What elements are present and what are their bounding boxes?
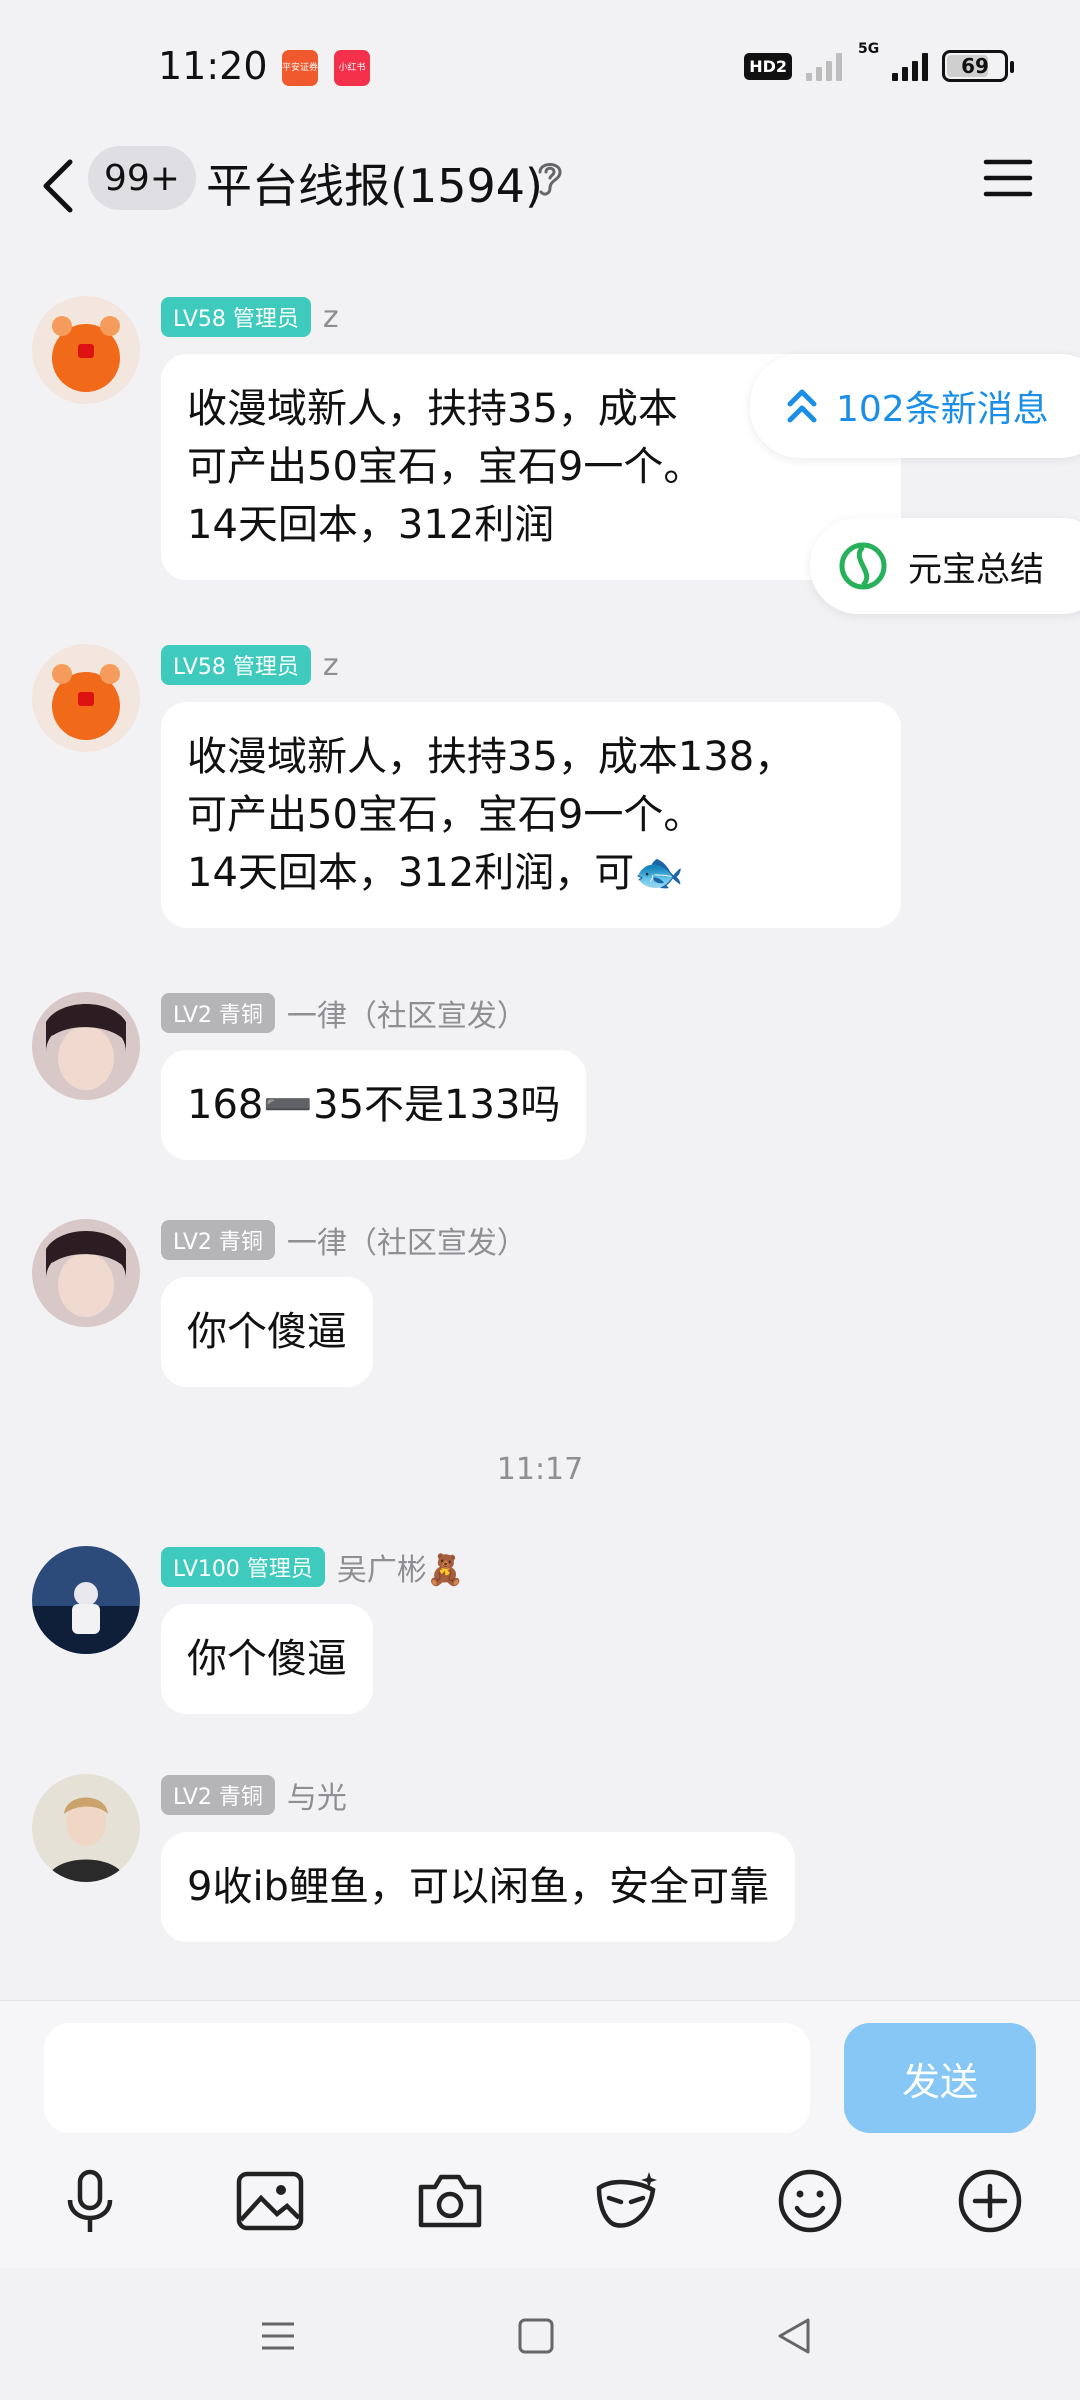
message-line: 14天回本，312利润 [187,502,555,548]
emoji-icon[interactable] [770,2161,850,2241]
level-tag: LV2 青铜 [161,1220,275,1260]
message-line: 可产出50宝石，宝石9一个。 [187,792,704,838]
signal-sim1-icon [806,51,842,81]
avatar[interactable] [32,992,140,1100]
mask-icon[interactable] [588,2161,668,2241]
back-triangle-icon[interactable] [764,2308,824,2364]
time-divider: 11:17 [496,1452,584,1487]
status-bar: 11:20 平安证券 小红书 HD2 5G 69 [0,0,1080,136]
message-meta: LV2 青铜 与光 [161,1774,347,1816]
chat-header: 99+ 平台线报(1594) [0,136,1080,236]
recents-menu-icon[interactable] [248,2308,308,2364]
message-bubble[interactable]: 你个傻逼 [161,1277,373,1387]
message-bubble[interactable]: 你个傻逼 [161,1604,373,1714]
message-line: 你个傻逼 [187,1636,347,1682]
pingan-app-icon: 平安证券 [282,50,318,86]
hd-badge: HD2 [744,52,792,80]
send-button[interactable]: 发送 [844,2023,1036,2133]
message-line: 你个傻逼 [187,1309,347,1355]
sender-name[interactable]: 吴广彬🧸 [337,1545,464,1589]
composer: 发送 [0,2000,1080,2268]
sender-name[interactable]: z [323,648,339,683]
status-time: 11:20 [158,44,268,88]
message-bubble[interactable]: 收漫域新人，扶持35，成本138， 可产出50宝石，宝石9一个。 14天回本，3… [161,702,901,928]
message-meta: LV58 管理员 z [161,644,339,686]
sender-name[interactable]: z [323,300,339,335]
ear-icon[interactable] [532,156,566,200]
plus-circle-icon[interactable] [950,2161,1030,2241]
xiaohongshu-app-icon: 小红书 [334,50,370,86]
new-messages-label: 102条新消息 [836,389,1049,430]
message-line: 14天回本，312利润，可🐟 [187,850,685,896]
yuanbao-summary-button[interactable]: 元宝总结 [810,518,1080,614]
message-bubble[interactable]: 168➖35不是133吗 [161,1050,587,1160]
chat-title[interactable]: 平台线报(1594) [206,150,543,216]
microphone-icon[interactable] [50,2161,130,2241]
new-messages-button[interactable]: 102条新消息 [750,354,1080,458]
avatar[interactable] [32,1219,140,1327]
message-meta: LV2 青铜 一律（社区宣发） [161,992,527,1034]
sender-name[interactable]: 一律（社区宣发） [287,1218,527,1262]
level-tag: LV2 青铜 [161,1775,275,1815]
message-meta: LV58 管理员 z [161,296,339,338]
home-square-icon[interactable] [506,2308,566,2364]
system-nav-bar [0,2268,1080,2400]
sender-name[interactable]: 一律（社区宣发） [287,991,527,1035]
message-meta: LV2 青铜 一律（社区宣发） [161,1219,527,1261]
level-tag: LV58 管理员 [161,297,311,337]
message-line: 9收ib鲤鱼，可以闲鱼，安全可靠 [187,1864,769,1910]
avatar[interactable] [32,1546,140,1654]
summary-label: 元宝总结 [908,549,1044,590]
message-meta: LV100 管理员 吴广彬🧸 [161,1546,464,1588]
image-icon[interactable] [230,2161,310,2241]
back-icon[interactable] [38,154,82,218]
message-line: 168➖35不是133吗 [187,1082,561,1128]
avatar[interactable] [32,296,140,404]
status-indicators: HD2 5G 69 [744,41,1014,82]
level-tag: LV100 管理员 [161,1547,325,1587]
yuanbao-logo-icon [839,542,887,590]
battery-icon: 69 [942,50,1014,82]
message-input[interactable] [44,2023,810,2133]
composer-toolbar [0,2161,1080,2261]
signal-sim2-icon: 5G [858,41,928,81]
network-type-label: 5G [858,41,880,57]
level-tag: LV58 管理员 [161,645,311,685]
message-line: 收漫域新人，扶持35，成本138， [187,734,795,780]
level-tag: LV2 青铜 [161,993,275,1033]
battery-level: 69 [961,54,989,78]
unread-count-badge[interactable]: 99+ [88,146,196,210]
avatar[interactable] [32,1774,140,1882]
menu-icon[interactable] [982,154,1034,202]
camera-icon[interactable] [410,2161,490,2241]
sender-name[interactable]: 与光 [287,1773,347,1817]
avatar[interactable] [32,644,140,752]
double-chevron-up-icon [787,389,817,423]
message-bubble[interactable]: 9收ib鲤鱼，可以闲鱼，安全可靠 [161,1832,795,1942]
